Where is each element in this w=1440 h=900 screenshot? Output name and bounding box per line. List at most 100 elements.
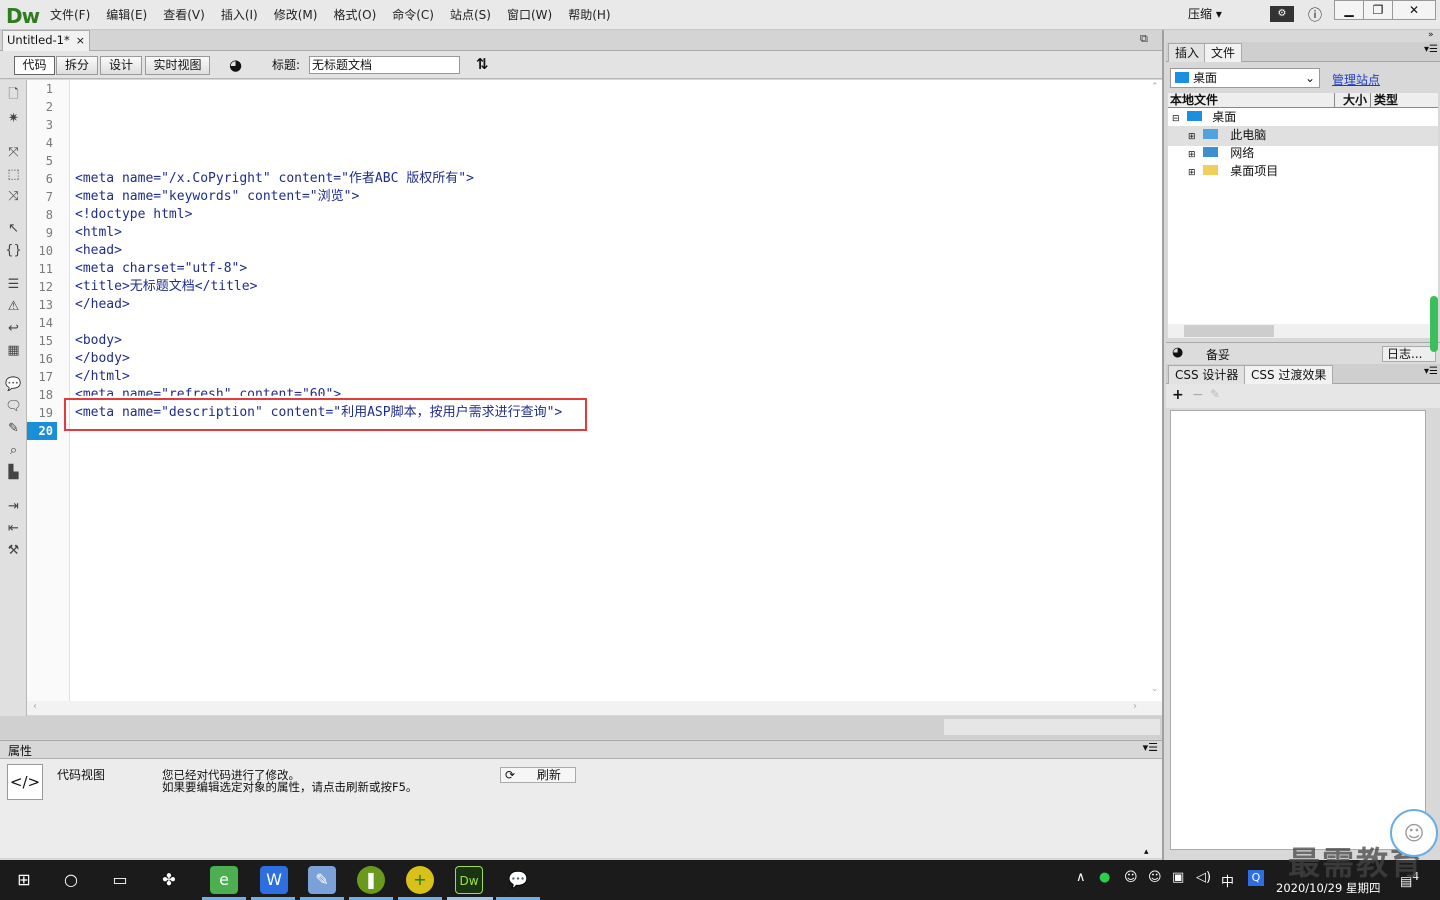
scrollbar-thumb[interactable]	[1184, 325, 1274, 337]
wps-writer-icon[interactable]: W	[260, 866, 288, 894]
expand-icon[interactable]: ⊞	[1188, 150, 1196, 160]
expand-panel-icon[interactable]: ▴	[1144, 847, 1149, 857]
code-line[interactable]: <title>无标题文档</title>	[75, 278, 257, 296]
code-line[interactable]: <body>	[75, 332, 122, 350]
notes-app-icon[interactable]: ✎	[308, 866, 336, 894]
editor-horizontal-scrollbar[interactable]: ‹ ›	[27, 701, 1162, 715]
word-wrap-icon[interactable]: ↩	[4, 320, 23, 338]
recent-snippets-icon[interactable]: ⌕	[4, 442, 23, 460]
code-line[interactable]: </head>	[75, 296, 130, 314]
volume-icon[interactable]: ◁)	[1196, 870, 1211, 885]
split-view-button[interactable]: 拆分	[56, 56, 98, 75]
scrollbar-thumb[interactable]	[944, 719, 1160, 735]
file-tree-scrollbar[interactable]	[1168, 324, 1438, 338]
browser-app-icon[interactable]: e	[210, 866, 238, 894]
tray-chevron-icon[interactable]: ∧	[1076, 870, 1086, 885]
tab-files[interactable]: 文件	[1204, 43, 1243, 62]
dreamweaver-taskbar-icon[interactable]: Dw	[455, 866, 483, 894]
wechat-icon[interactable]: 💬	[504, 866, 532, 894]
line-numbers-icon[interactable]: ☰	[4, 276, 23, 294]
collapse-icon[interactable]: ⊟	[1172, 114, 1180, 124]
menu-site[interactable]: 站点(S)	[442, 0, 499, 30]
edit-icon[interactable]: ✎	[1210, 387, 1220, 401]
info-icon[interactable]: ⓘ	[1308, 5, 1322, 25]
menu-format[interactable]: 格式(O)	[325, 0, 384, 30]
gear-icon[interactable]: ⚙	[1270, 6, 1294, 22]
tree-item-desktop[interactable]: ⊟ 桌面	[1172, 108, 1432, 128]
panel-options-icon[interactable]: ▾☰	[1424, 44, 1438, 55]
add-icon[interactable]: +	[1172, 387, 1184, 403]
restore-icon[interactable]: ⧉	[1140, 32, 1148, 46]
tree-item-network[interactable]: ⊞ 网络	[1188, 144, 1254, 164]
manage-sites-link[interactable]: 管理站点	[1332, 71, 1380, 88]
scroll-right-icon[interactable]: ›	[1133, 701, 1137, 712]
css-transitions-list[interactable]	[1170, 410, 1426, 850]
column-size[interactable]: 大小	[1334, 93, 1367, 107]
panel-options-icon[interactable]: ▾☰	[1424, 366, 1438, 377]
floating-assistant-bar[interactable]	[1430, 296, 1438, 352]
q-app-tray-icon[interactable]: Q	[1248, 870, 1264, 886]
code-line[interactable]: <meta name="keywords" content="浏览">	[75, 188, 359, 206]
media-app-icon[interactable]: ❚	[357, 866, 385, 894]
task-view-icon[interactable]: ▭	[106, 866, 134, 894]
qq-tray-icon[interactable]: ☺	[1124, 870, 1138, 885]
balance-braces-icon[interactable]: {}	[4, 242, 23, 260]
menu-edit[interactable]: 编辑(E)	[98, 0, 155, 30]
column-local-files[interactable]: 本地文件	[1170, 93, 1218, 107]
title-input[interactable]: 无标题文档	[309, 56, 460, 74]
code-line[interactable]: <html>	[75, 224, 122, 242]
globe-icon[interactable]: ◕	[229, 56, 242, 74]
collapse-dock-icon[interactable]: »	[1428, 30, 1434, 40]
tab-insert[interactable]: 插入	[1168, 43, 1207, 62]
code-line[interactable]: </html>	[75, 368, 130, 386]
editor-vertical-scrollbar[interactable]: ⌃ ⌄	[1148, 80, 1162, 701]
expand-icon[interactable]: ⊞	[1188, 168, 1196, 178]
menu-help[interactable]: 帮助(H)	[560, 0, 618, 30]
menu-modify[interactable]: 修改(M)	[266, 0, 326, 30]
highlight-invalid-code-icon[interactable]: ⚠	[4, 298, 23, 316]
properties-title[interactable]: 属性	[8, 742, 32, 759]
wrap-tag-icon[interactable]: ✎	[4, 420, 23, 438]
column-type[interactable]: 类型	[1370, 93, 1398, 107]
wechat-tray-icon[interactable]: ●	[1099, 870, 1110, 885]
panel-options-icon[interactable]: ▾☰	[1143, 741, 1158, 754]
close-tab-icon[interactable]: ×	[76, 31, 85, 50]
collapse-selection-icon[interactable]: ⬚	[4, 166, 23, 184]
security-app-icon[interactable]: +	[406, 866, 434, 894]
live-view-button[interactable]: 实时视图	[145, 56, 210, 75]
qq-tray-icon[interactable]: ☺	[1148, 870, 1162, 885]
remove-comment-icon[interactable]: 🗨	[4, 398, 23, 416]
minimize-button[interactable]: ▁	[1334, 0, 1364, 20]
scroll-up-icon[interactable]: ⌃	[1151, 82, 1159, 92]
log-button[interactable]: 日志...	[1382, 346, 1436, 362]
pinwheel-app-icon[interactable]: ✤	[155, 866, 183, 894]
close-button[interactable]: ✕	[1392, 0, 1436, 20]
network-tray-icon[interactable]: ▣	[1172, 870, 1184, 885]
menu-window[interactable]: 窗口(W)	[499, 0, 560, 30]
tab-css-designer[interactable]: CSS 设计器	[1168, 365, 1246, 384]
syntax-coloring-icon[interactable]: ▦	[4, 342, 23, 360]
code-editor[interactable]: <meta name="/x.CoPyright" content="作者ABC…	[70, 80, 1148, 701]
workspace-switcher[interactable]: 压缩 ▾	[1188, 0, 1222, 28]
tree-item-this-pc[interactable]: ⊞ 此电脑	[1168, 126, 1438, 146]
code-view-button[interactable]: 代码	[14, 56, 55, 75]
apply-comment-icon[interactable]: 💬	[4, 376, 23, 394]
scroll-left-icon[interactable]: ‹	[33, 701, 37, 712]
menu-commands[interactable]: 命令(C)	[384, 0, 442, 30]
format-source-icon[interactable]: ⚒	[4, 542, 23, 560]
maximize-button[interactable]: ❐	[1363, 0, 1393, 20]
collapse-full-tag-icon[interactable]: ⤧	[4, 144, 23, 162]
windows-start-icon[interactable]: ⊞	[10, 866, 38, 894]
search-icon[interactable]: ○	[57, 866, 85, 894]
file-management-icon[interactable]: ⇅	[476, 55, 489, 73]
scroll-down-icon[interactable]: ⌄	[1151, 684, 1159, 694]
menu-file[interactable]: 文件(F)	[42, 0, 98, 30]
code-line[interactable]: <head>	[75, 242, 122, 260]
ime-indicator[interactable]: 中	[1221, 871, 1234, 890]
move-css-icon[interactable]: ▙	[4, 464, 23, 482]
design-view-button[interactable]: 设计	[100, 56, 142, 75]
document-tab[interactable]: Untitled-1* ×	[2, 30, 90, 51]
indent-code-icon[interactable]: ⇥	[4, 498, 23, 516]
outdent-code-icon[interactable]: ⇤	[4, 520, 23, 538]
expand-icon[interactable]: ⊞	[1188, 132, 1196, 142]
